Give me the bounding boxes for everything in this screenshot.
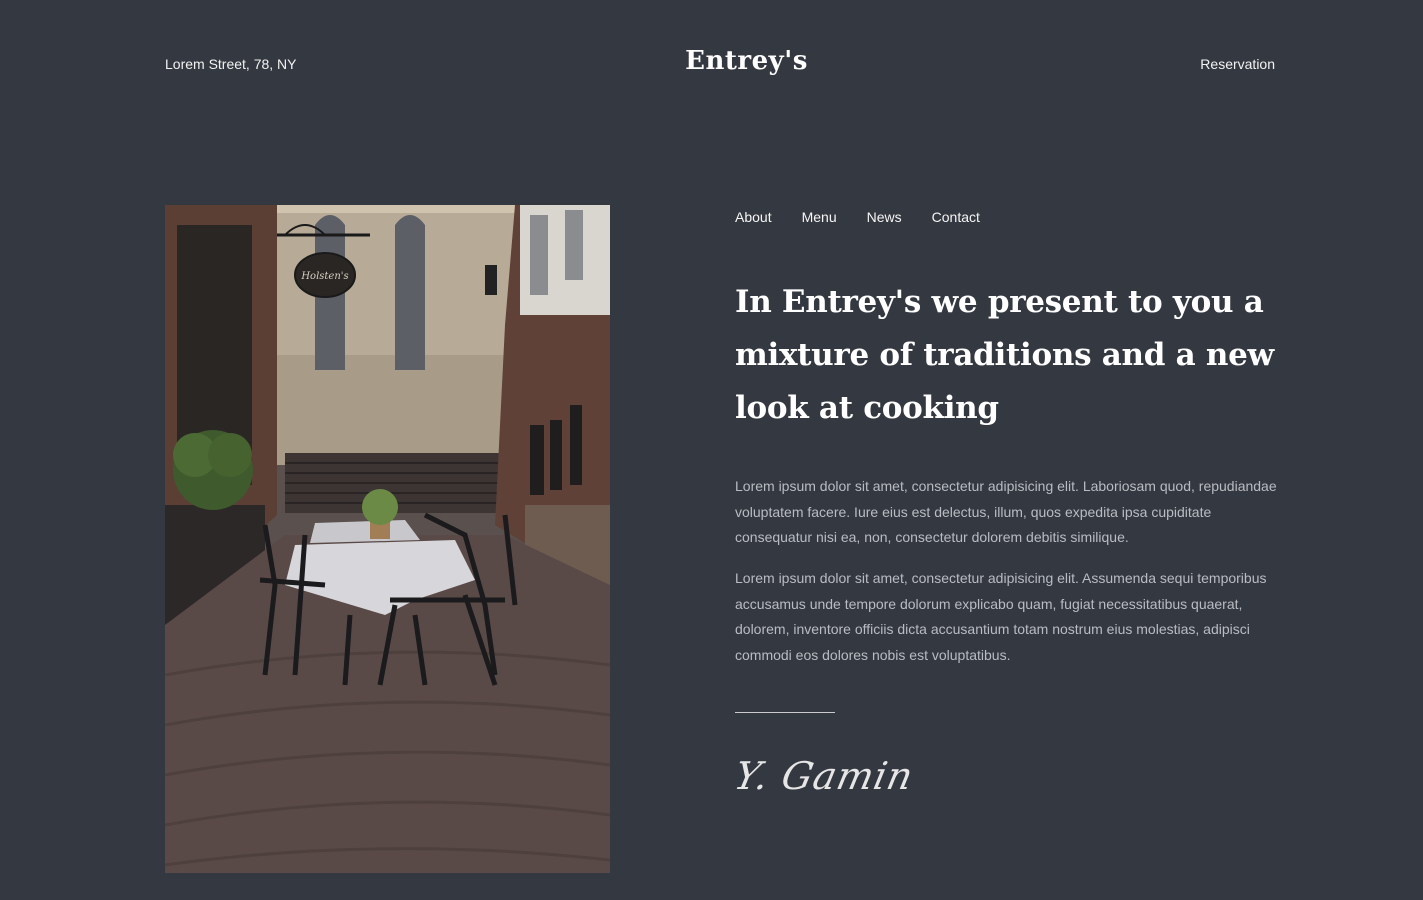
restaurant-photo: Holsten's — [165, 205, 610, 873]
main-nav: About Menu News Contact — [735, 209, 980, 225]
nav-item-about[interactable]: About — [735, 209, 772, 225]
nav-item-menu[interactable]: Menu — [802, 209, 837, 225]
intro-paragraph-1: Lorem ipsum dolor sit amet, consectetur … — [735, 478, 1277, 545]
site-header: Lorem Street, 78, NY Entrey's Reservatio… — [0, 0, 1423, 130]
nav-item-news[interactable]: News — [867, 209, 902, 225]
nav-item-contact[interactable]: Contact — [932, 209, 980, 225]
chef-signature: Y. Gamin — [730, 754, 918, 798]
brand-name[interactable]: Entrey's — [685, 46, 808, 76]
reservation-link[interactable]: Reservation — [1200, 56, 1275, 72]
divider — [735, 712, 835, 713]
photo-sign-text: Holsten's — [300, 271, 348, 282]
intro-paragraph-2: Lorem ipsum dolor sit amet, consectetur … — [735, 570, 1267, 663]
hero-headline: In Entrey's we present to you a mixture … — [735, 284, 1274, 426]
